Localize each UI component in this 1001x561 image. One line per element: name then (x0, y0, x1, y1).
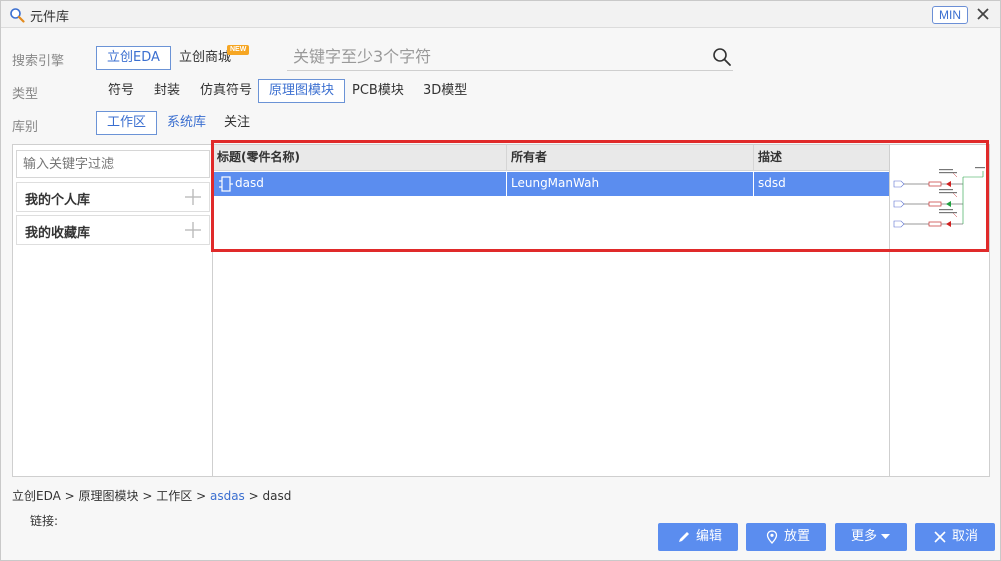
type-option-symbol[interactable]: 符号 (97, 79, 145, 103)
plus-icon[interactable] (184, 188, 202, 206)
cancel-button[interactable]: 取消 (915, 523, 995, 551)
library-option-workspace[interactable]: 工作区 (96, 111, 158, 135)
close-icon (934, 531, 946, 543)
column-title[interactable]: 标题(零件名称) (213, 145, 507, 171)
main-panel: 我的个人库 我的收藏库 标题(零件名称) 所有者 描述 (12, 144, 990, 477)
table-row[interactable]: dasd LeungManWah sdsd (213, 172, 889, 196)
breadcrumb-item[interactable]: 原理图模块 (79, 489, 139, 503)
close-icon[interactable] (973, 4, 993, 24)
search-box (287, 41, 733, 71)
breadcrumb-item[interactable]: 工作区 (156, 489, 192, 503)
edit-label: 编辑 (696, 529, 723, 544)
library-option-following[interactable]: 关注 (213, 111, 261, 135)
library-option-system[interactable]: 系统库 (156, 111, 217, 135)
pencil-icon (679, 532, 689, 542)
schematic-module-icon (219, 176, 233, 192)
favorite-library-group[interactable]: 我的收藏库 (16, 215, 210, 245)
engine-option-lceda[interactable]: 立创EDA (96, 46, 171, 70)
cell-title: dasd (213, 172, 507, 196)
breadcrumb-separator: > (248, 489, 263, 503)
results-table: 标题(零件名称) 所有者 描述 dasd LeungManWah sdsd (213, 145, 889, 476)
favorite-library-label: 我的收藏库 (25, 226, 91, 241)
preview-pane (889, 145, 989, 476)
cell-description: sdsd (758, 176, 786, 190)
type-option-pcb-module[interactable]: PCB模块 (341, 79, 415, 103)
caret-down-icon (881, 534, 890, 539)
breadcrumb-separator: > (142, 489, 157, 503)
breadcrumb-separator: > (196, 489, 210, 503)
breadcrumb: 立创EDA > 原理图模块 > 工作区 > asdas > dasd (12, 487, 291, 504)
plus-icon[interactable] (184, 221, 202, 239)
table-header: 标题(零件名称) 所有者 描述 (213, 145, 889, 171)
library-tree: 我的个人库 我的收藏库 (13, 145, 213, 476)
column-owner[interactable]: 所有者 (507, 145, 754, 171)
library-label: 库别 (12, 120, 39, 135)
search-icon[interactable] (712, 47, 732, 67)
type-label: 类型 (12, 87, 39, 102)
more-button[interactable]: 更多 (835, 523, 907, 551)
cancel-label: 取消 (952, 529, 979, 544)
search-engine-label: 搜索引擎 (12, 54, 65, 69)
breadcrumb-item: dasd (262, 489, 292, 503)
search-input[interactable] (293, 43, 693, 69)
type-option-3d-model[interactable]: 3D模型 (412, 79, 478, 103)
place-button[interactable]: 放置 (746, 523, 826, 551)
cell-owner: LeungManWah (507, 172, 754, 196)
minimize-button[interactable]: MIN (932, 6, 968, 24)
new-badge: NEW (227, 45, 250, 55)
breadcrumb-item[interactable]: 立创EDA (12, 489, 61, 503)
personal-library-group[interactable]: 我的个人库 (16, 182, 210, 212)
personal-library-label: 我的个人库 (25, 193, 91, 208)
more-label: 更多 (851, 529, 878, 544)
location-pin-icon (766, 530, 778, 544)
type-option-schematic-module[interactable]: 原理图模块 (258, 79, 346, 103)
place-label: 放置 (784, 529, 811, 544)
component-library-window: 元件库 MIN 搜索引擎 立创EDA 立创商城 NEW 类型 符号 封装 仿真符… (0, 0, 1001, 561)
type-option-sim-symbol[interactable]: 仿真符号 (189, 79, 263, 103)
search-icon (10, 8, 25, 23)
window-title: 元件库 (30, 10, 70, 25)
breadcrumb-separator: > (64, 489, 79, 503)
type-option-footprint[interactable]: 封装 (143, 79, 191, 103)
column-description[interactable]: 描述 (754, 145, 889, 171)
link-label: 链接: (30, 514, 59, 528)
edit-button[interactable]: 编辑 (658, 523, 738, 551)
breadcrumb-link[interactable]: asdas (210, 489, 245, 503)
cell-title-text: dasd (235, 176, 264, 190)
schematic-preview-image (893, 167, 985, 228)
title-bar: 元件库 MIN (1, 1, 1000, 28)
filter-input[interactable] (16, 150, 210, 178)
